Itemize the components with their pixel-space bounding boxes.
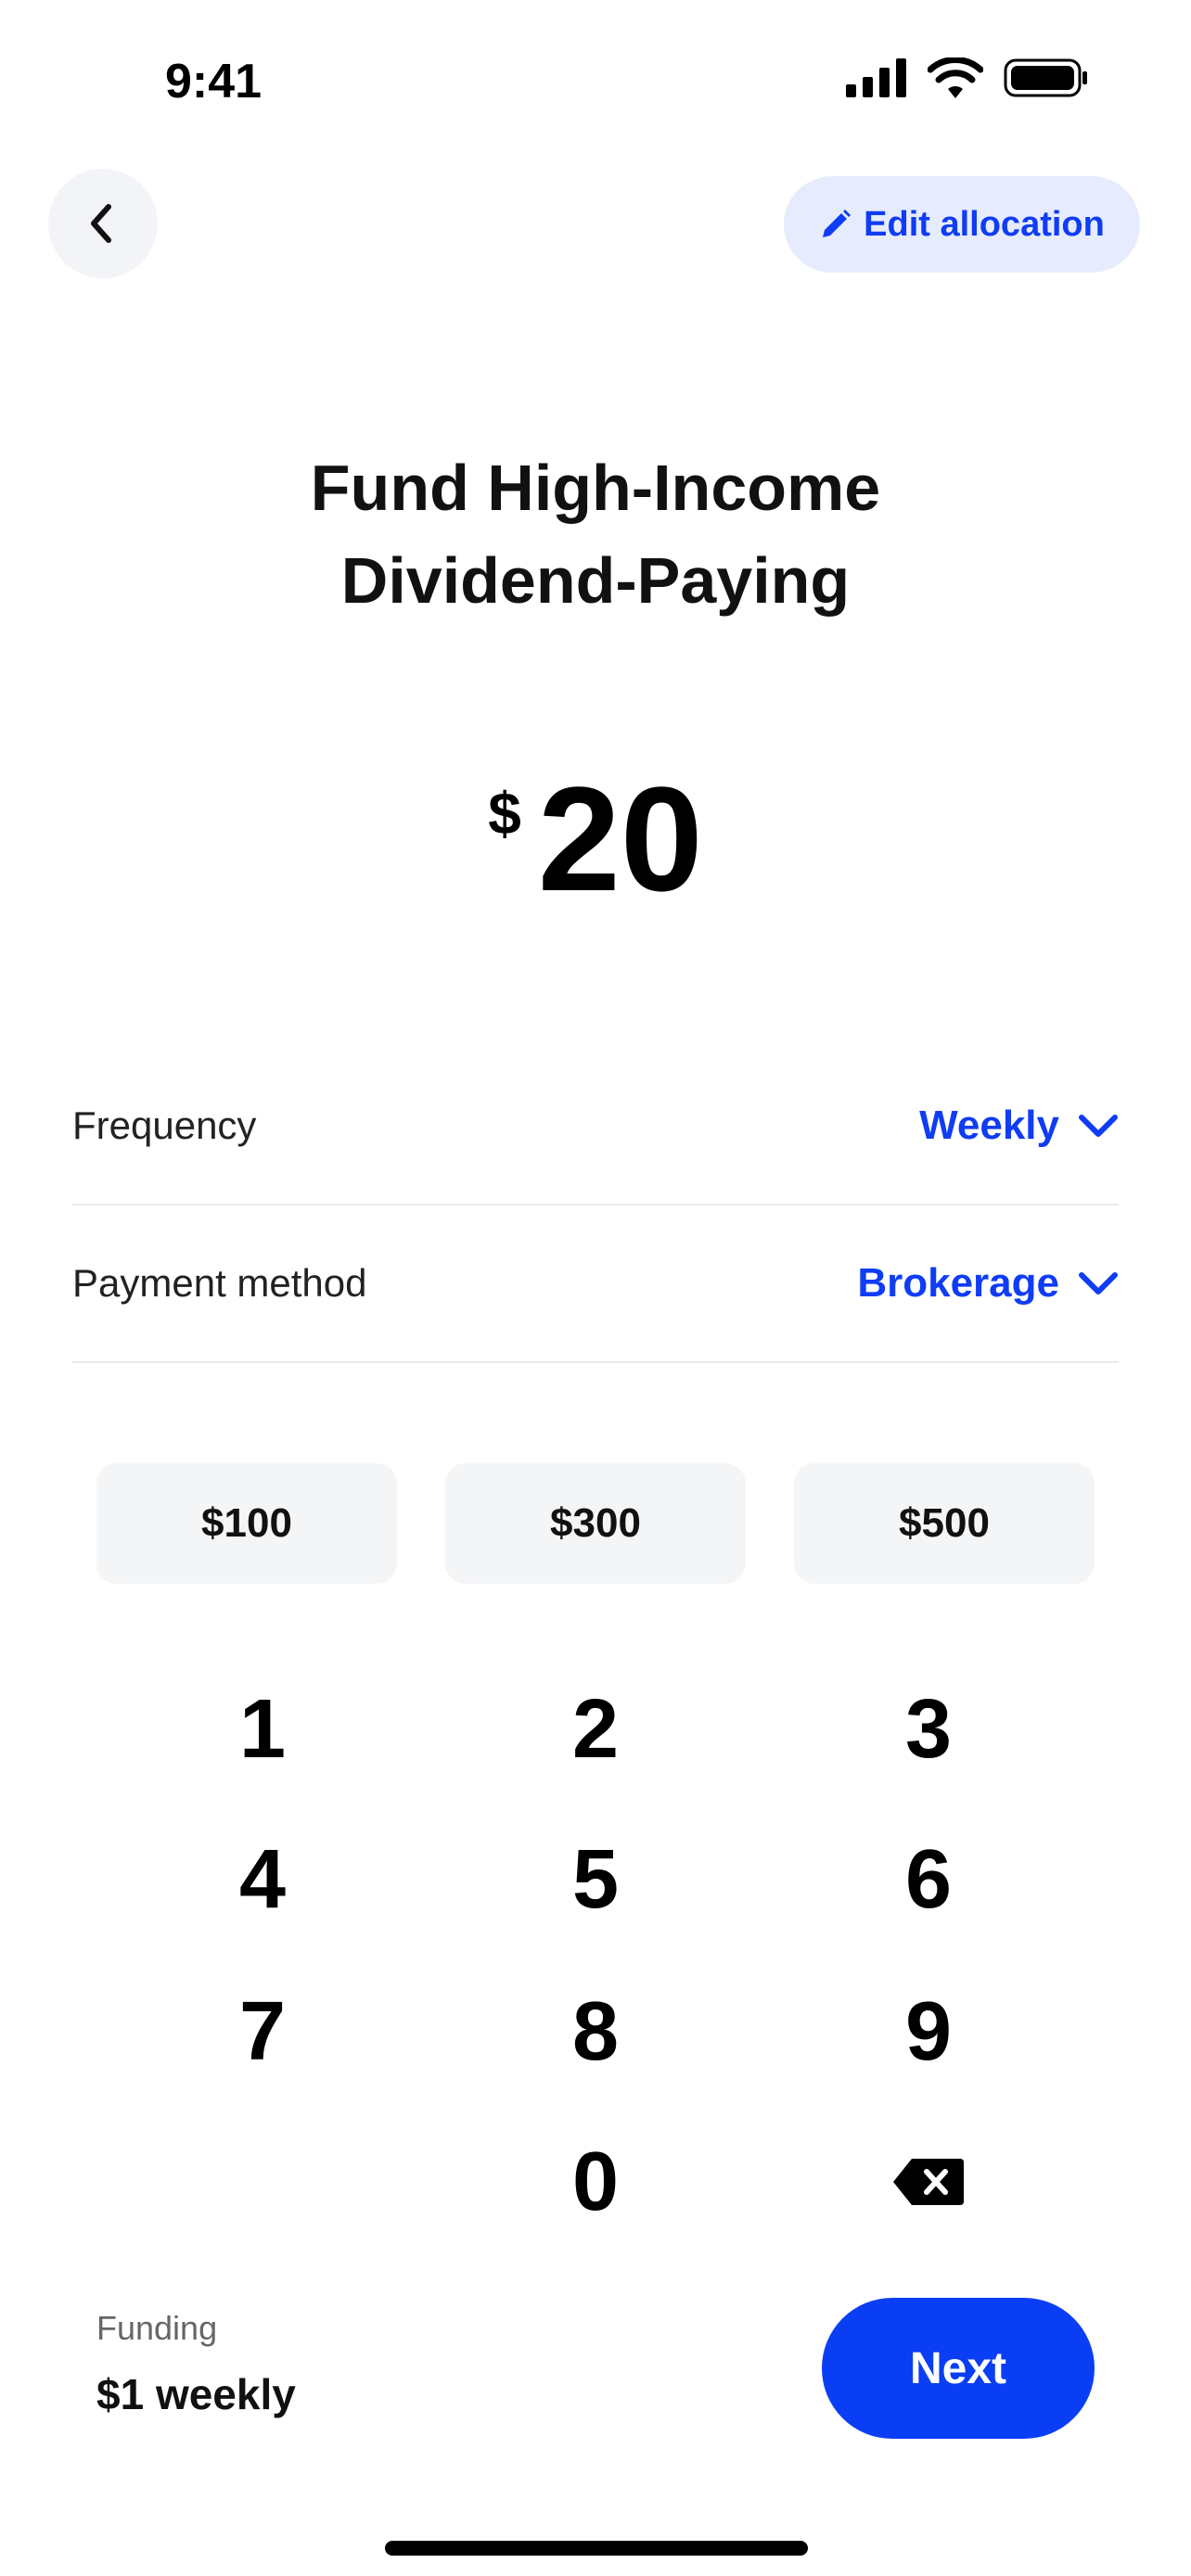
frequency-row[interactable]: Frequency Weekly <box>72 1048 1119 1205</box>
pencil-icon <box>823 210 852 237</box>
key-9[interactable]: 9 <box>780 1962 1077 2101</box>
cellular-signal-icon <box>846 58 906 97</box>
backspace-button[interactable] <box>780 2112 1077 2251</box>
next-button[interactable]: Next <box>822 2298 1095 2439</box>
key-3[interactable]: 3 <box>780 1660 1077 1799</box>
back-button[interactable] <box>48 169 158 278</box>
frequency-label: Frequency <box>72 1103 257 1147</box>
wifi-icon <box>928 57 983 98</box>
key-7[interactable]: 7 <box>114 1962 411 2101</box>
amount-value: 20 <box>537 756 703 922</box>
key-0[interactable]: 0 <box>447 2112 744 2251</box>
status-icons <box>846 57 1089 98</box>
key-5[interactable]: 5 <box>447 1810 744 1949</box>
edit-allocation-button[interactable]: Edit allocation <box>784 176 1140 273</box>
edit-allocation-label: Edit allocation <box>864 204 1105 244</box>
frequency-select[interactable]: Weekly <box>919 1103 1119 1149</box>
page-title: Fund High-Income Dividend-Paying <box>0 441 1191 627</box>
funding-value: $1 weekly <box>96 2370 296 2418</box>
key-2[interactable]: 2 <box>447 1660 744 1799</box>
payment-method-label: Payment method <box>72 1261 367 1305</box>
key-8[interactable]: 8 <box>447 1962 744 2101</box>
preset-500-button[interactable]: $500 <box>794 1463 1095 1584</box>
amount-display: $20 <box>0 760 1191 918</box>
backspace-icon <box>893 2159 964 2205</box>
home-indicator <box>385 2541 808 2556</box>
key-4[interactable]: 4 <box>114 1810 411 1949</box>
status-time: 9:41 <box>165 55 263 108</box>
chevron-down-icon <box>1079 1115 1118 1137</box>
key-6[interactable]: 6 <box>780 1810 1077 1949</box>
amount-currency: $ <box>488 780 521 847</box>
page-title-line1: Fund High-Income <box>310 452 881 524</box>
preset-300-button[interactable]: $300 <box>445 1463 746 1584</box>
battery-icon <box>1004 58 1087 97</box>
page-title-line2: Dividend-Paying <box>340 544 851 617</box>
payment-method-value: Brokerage <box>857 1260 1059 1306</box>
payment-method-row[interactable]: Payment method Brokerage <box>72 1205 1119 1363</box>
frequency-value: Weekly <box>919 1103 1059 1148</box>
chevron-down-icon <box>1079 1272 1118 1294</box>
funding-label: Funding <box>96 2309 218 2347</box>
chevron-left-icon <box>91 204 111 243</box>
key-1[interactable]: 1 <box>114 1660 411 1799</box>
preset-100-button[interactable]: $100 <box>96 1463 397 1584</box>
payment-method-select[interactable]: Brokerage <box>857 1260 1119 1307</box>
